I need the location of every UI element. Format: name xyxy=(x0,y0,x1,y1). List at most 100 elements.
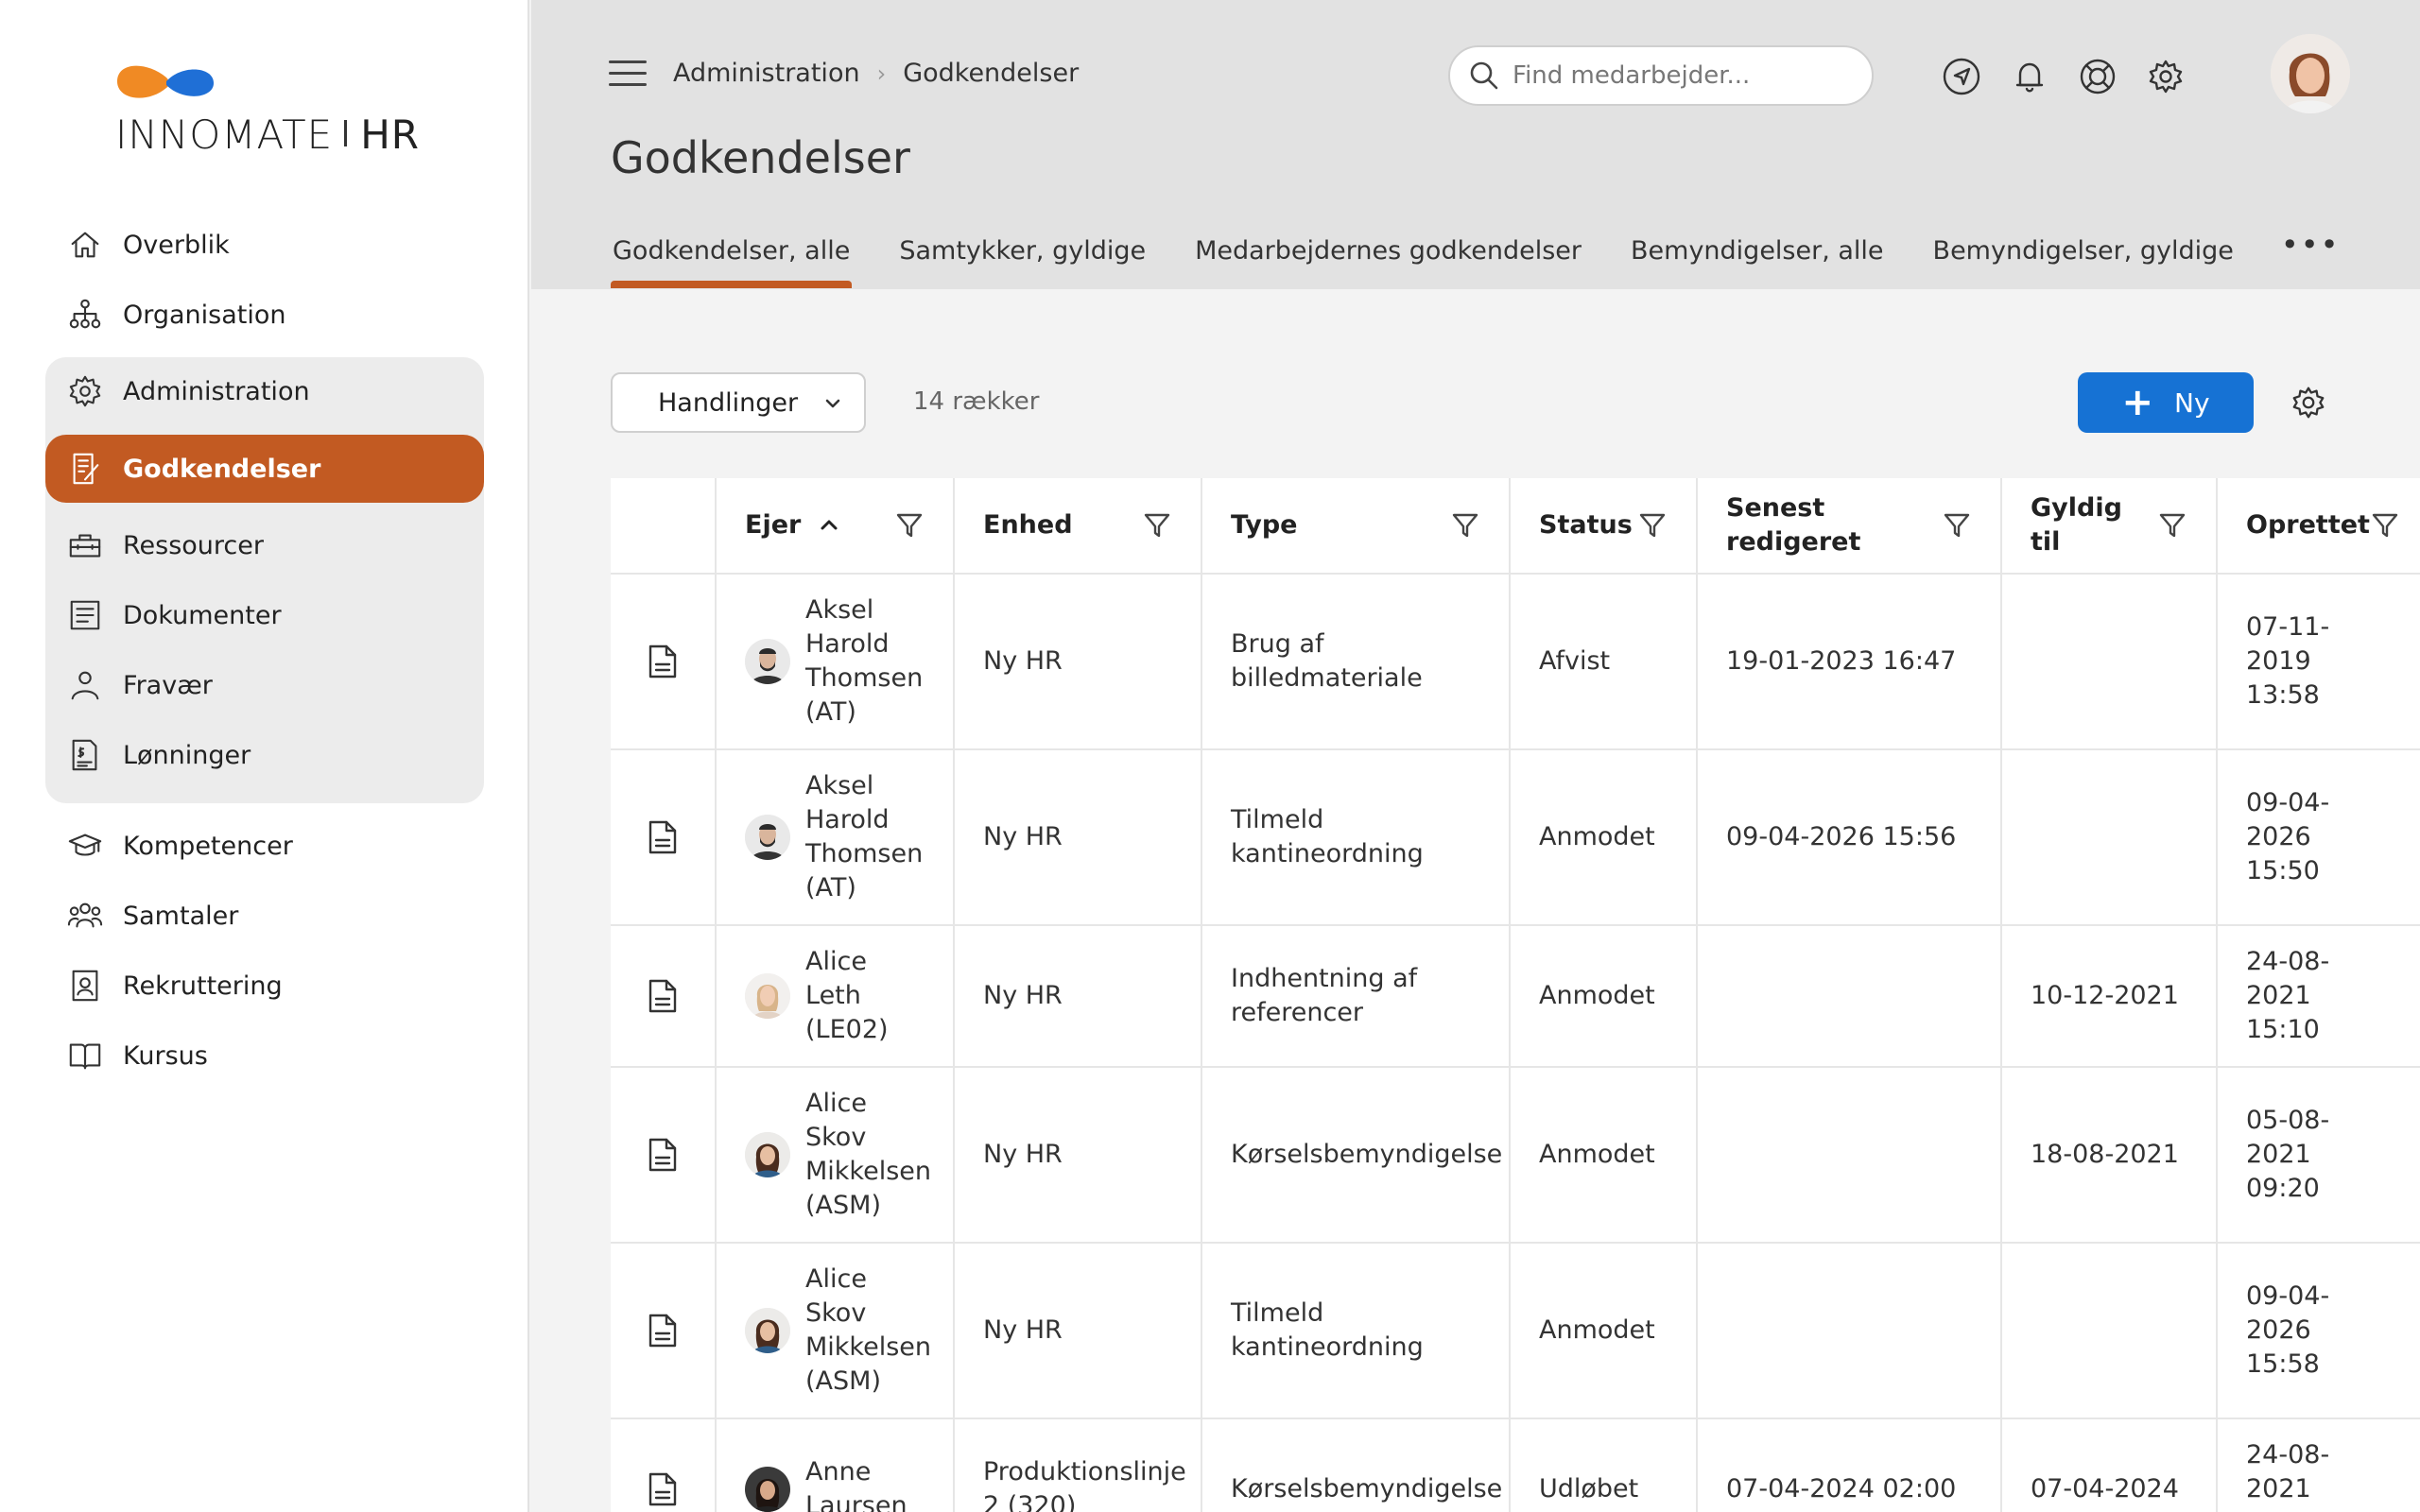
tab-bemyndigelser-gyldige[interactable]: Bemyndigelser, gyldige xyxy=(1931,232,2236,283)
help-lifebuoy-icon[interactable] xyxy=(2076,55,2119,98)
column-label: Senest redigeret xyxy=(1726,493,1861,557)
settings-icon[interactable] xyxy=(2144,55,2187,98)
sidebar-item-rekruttering[interactable]: Rekruttering xyxy=(45,951,484,1021)
sidebar-item-loenninger[interactable]: Lønninger xyxy=(45,720,484,790)
table-row[interactable]: Aksel Harold Thomsen (AT) Ny HR Tilmeld … xyxy=(611,750,2420,926)
sidebar-item-label: Rekruttering xyxy=(123,971,283,1001)
navigation-icon[interactable] xyxy=(1940,55,1983,98)
owner-avatar xyxy=(745,1467,790,1512)
owner-name[interactable]: Alice Skov Mikkelsen (ASM) xyxy=(805,1087,931,1223)
sidebar-item-label: Godkendelser xyxy=(123,454,321,484)
search-input[interactable] xyxy=(1512,61,1853,90)
book-icon xyxy=(66,1037,104,1074)
column-label: Ejer xyxy=(745,510,802,540)
toolbox-icon xyxy=(66,526,104,564)
owner-name[interactable]: Alice Skov Mikkelsen (ASM) xyxy=(805,1263,931,1399)
table-row[interactable]: Anne Laursen Produktionslinje 2 (320) Kø… xyxy=(611,1419,2420,1512)
cell-type: Tilmeld kantineordning xyxy=(1202,1244,1511,1418)
breadcrumb-item-current: Godkendelser xyxy=(903,59,1080,88)
filter-icon[interactable] xyxy=(1450,510,1480,541)
sidebar-item-label: Kompetencer xyxy=(123,831,293,861)
user-avatar[interactable] xyxy=(2271,34,2350,113)
table-row[interactable]: Alice Skov Mikkelsen (ASM) Ny HR Kørsels… xyxy=(611,1068,2420,1244)
header-cell-senest-redigeret[interactable]: Senest redigeret xyxy=(1698,478,2002,573)
filter-icon[interactable] xyxy=(1142,510,1172,541)
cell-unit: Ny HR xyxy=(955,750,1202,924)
row-count: 14 rækker xyxy=(913,387,1040,416)
header-cell-enhed[interactable]: Enhed xyxy=(955,478,1202,573)
tab-godkendelser-alle[interactable]: Godkendelser, alle xyxy=(611,232,853,288)
document-icon[interactable] xyxy=(611,926,717,1066)
innomate-hr-logo[interactable]: INNOMATE HR xyxy=(113,57,425,161)
filter-icon[interactable] xyxy=(894,510,925,541)
column-label: Type xyxy=(1231,510,1298,540)
sidebar-item-fravaer[interactable]: Fravær xyxy=(45,650,484,720)
document-icon[interactable] xyxy=(611,1244,717,1418)
sidebar-item-kompetencer[interactable]: Kompetencer xyxy=(45,811,484,881)
cell-valid-until xyxy=(2002,1244,2218,1418)
sidebar-item-ressourcer[interactable]: Ressourcer xyxy=(45,510,484,580)
cell-created: 07-11-2019 13:58 xyxy=(2246,612,2330,710)
owner-name[interactable]: Alice Leth (LE02) xyxy=(805,945,925,1047)
sidebar-item-administration[interactable]: Administration xyxy=(45,357,484,425)
cell-created: 09-04-2026 15:50 xyxy=(2246,788,2330,885)
owner-name[interactable]: Aksel Harold Thomsen (AT) xyxy=(805,769,925,905)
filter-icon[interactable] xyxy=(2157,510,2187,541)
chevron-right-icon: › xyxy=(876,60,887,87)
header-cell-ejer[interactable]: Ejer xyxy=(717,478,955,573)
owner-name[interactable]: Anne Laursen xyxy=(805,1455,925,1512)
sidebar-item-samtaler[interactable]: Samtaler xyxy=(45,881,484,951)
filter-icon[interactable] xyxy=(2370,510,2400,541)
cell-valid-until: 18-08-2021 xyxy=(2002,1068,2218,1242)
actions-dropdown-label: Handlinger xyxy=(658,387,799,418)
breadcrumb-item-administration[interactable]: Administration xyxy=(673,59,860,88)
sidebar-item-label: Dokumenter xyxy=(123,600,282,630)
table-row[interactable]: Alice Leth (LE02) Ny HR Indhentning af r… xyxy=(611,926,2420,1068)
sidebar-item-kursus[interactable]: Kursus xyxy=(45,1021,484,1091)
tab-bemyndigelser-alle[interactable]: Bemyndigelser, alle xyxy=(1629,232,1886,283)
document-icon[interactable] xyxy=(611,750,717,924)
tab-samtykker-gyldige[interactable]: Samtykker, gyldige xyxy=(897,232,1148,283)
user-avatar-image xyxy=(2271,34,2350,113)
header-cell-status[interactable]: Status xyxy=(1511,478,1698,573)
document-icon[interactable] xyxy=(611,575,717,748)
sidebar-item-label: Organisation xyxy=(123,300,286,330)
home-icon xyxy=(66,226,104,264)
owner-name[interactable]: Aksel Harold Thomsen (AT) xyxy=(805,593,925,730)
documents-icon xyxy=(66,596,104,634)
hamburger-menu-icon[interactable] xyxy=(609,60,647,91)
document-icon[interactable] xyxy=(611,1068,717,1242)
sidebar-item-godkendelser[interactable]: Godkendelser xyxy=(45,435,484,503)
sidebar-item-dokumenter[interactable]: Dokumenter xyxy=(45,580,484,650)
tab-medarbejdernes-godkendelser[interactable]: Medarbejdernes godkendelser xyxy=(1193,232,1583,283)
sidebar-item-organisation[interactable]: Organisation xyxy=(45,280,484,350)
filter-icon[interactable] xyxy=(1637,510,1668,541)
cell-created: 09-04-2026 15:58 xyxy=(2246,1281,2330,1379)
cell-unit: Ny HR xyxy=(955,926,1202,1066)
table-row[interactable]: Alice Skov Mikkelsen (ASM) Ny HR Tilmeld… xyxy=(611,1244,2420,1419)
filter-icon[interactable] xyxy=(1942,510,1972,541)
cell-status: Anmodet xyxy=(1511,1244,1698,1418)
cell-owner: Anne Laursen xyxy=(717,1419,955,1512)
sidebar-item-overblik[interactable]: Overblik xyxy=(45,210,484,280)
header-cell-gyldig-til[interactable]: Gyldig til xyxy=(2002,478,2218,573)
sidebar-item-label: Ressourcer xyxy=(123,530,264,560)
cell-status: Anmodet xyxy=(1511,1068,1698,1242)
sidebar-item-label: Samtaler xyxy=(123,901,239,931)
approvals-table: Ejer Enhed Type Status Senest redigeret … xyxy=(611,478,2420,1512)
sidebar-item-label: Overblik xyxy=(123,230,230,260)
bell-icon[interactable] xyxy=(2008,55,2051,98)
document-icon[interactable] xyxy=(611,1419,717,1512)
table-row[interactable]: Aksel Harold Thomsen (AT) Ny HR Brug af … xyxy=(611,575,2420,750)
table-toolbar: Handlinger 14 rækker + Ny xyxy=(611,372,2420,433)
actions-dropdown[interactable]: Handlinger xyxy=(611,372,866,433)
new-button[interactable]: + Ny xyxy=(2078,372,2254,433)
more-tabs-icon[interactable]: ••• xyxy=(2281,227,2341,283)
employee-search xyxy=(1448,45,1874,106)
header-cell-type[interactable]: Type xyxy=(1202,478,1511,573)
table-settings-icon[interactable] xyxy=(2290,384,2327,421)
sort-ascending-icon[interactable] xyxy=(818,514,840,537)
breadcrumb: Administration › Godkendelser xyxy=(673,59,1079,88)
header-cell-oprettet[interactable]: Oprettet xyxy=(2218,478,2420,573)
owner-avatar xyxy=(745,973,790,1019)
